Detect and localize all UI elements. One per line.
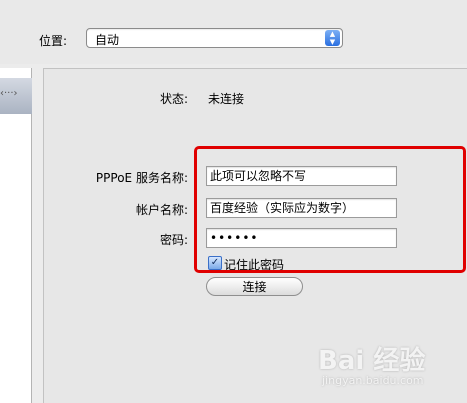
location-value: 自动 [95, 33, 120, 47]
network-arrows-icon: ‹···› [0, 88, 18, 99]
updown-arrows-icon: ▲ ▼ [325, 30, 340, 46]
highlight-box [194, 146, 466, 273]
pppoe-service-label: PPPoE 服务名称: [95, 171, 188, 185]
account-label: 帐户名称: [135, 203, 188, 217]
watermark-logo: Bai 经验 [318, 346, 426, 376]
location-label: 位置: [39, 34, 68, 48]
status-label: 状态: [159, 92, 188, 106]
status-value: 未连接 [208, 92, 245, 106]
password-label: 密码: [159, 233, 188, 247]
watermark-url: jingyan.baidu.com [322, 374, 424, 387]
location-select[interactable]: 自动 ▲ ▼ [86, 28, 343, 48]
watermark: Bai 经验 jingyan.baidu.com [318, 330, 466, 400]
connect-button[interactable]: 连接 [206, 277, 303, 296]
